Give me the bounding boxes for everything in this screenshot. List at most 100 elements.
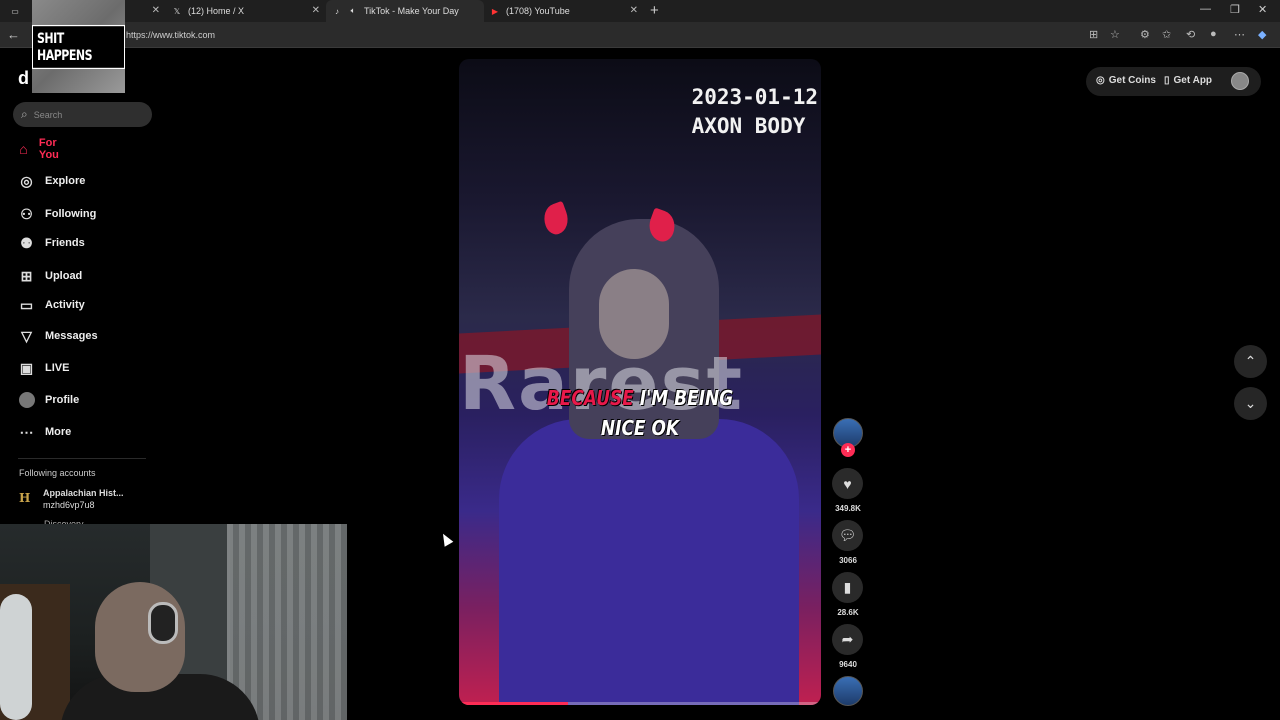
account-handle: mzhd6vp7u8 [43, 500, 95, 510]
comment-button[interactable]: 💬︎ [832, 520, 863, 551]
favorite-star-icon[interactable]: ☆ [1110, 28, 1120, 41]
youtube-icon: ▶ [491, 6, 499, 16]
home-icon: ⌂ [19, 141, 28, 157]
sidebar-item-more[interactable]: ⋯ More [18, 423, 72, 441]
friends-icon: ⚉ [20, 234, 33, 251]
browser-tab-bar: ▭ ✕ 𝕏 (12) Home / X ✕ ♪ 🔈︎ TikTok - Make… [0, 0, 1280, 22]
sidebar-item-label: Following [45, 208, 97, 220]
back-arrow-icon[interactable]: ← [7, 27, 20, 42]
following-account-item[interactable]: H Appalachian Hist... mzhd6vp7u8 [19, 488, 124, 511]
share-icon: ➦ [841, 631, 854, 647]
share-button[interactable]: ➦ [832, 624, 863, 655]
account-name: Appalachian Hist... [43, 488, 124, 498]
close-icon[interactable]: ✕ [152, 5, 160, 16]
phone-icon: ▯ [1164, 75, 1170, 86]
next-video-button[interactable]: ⌄ [1234, 387, 1267, 420]
caption-rest: I'M BEING [633, 386, 734, 410]
overlay-logo-text: SHIT HAPPENS [32, 24, 125, 69]
new-tab-button[interactable]: + [650, 2, 659, 19]
tab-title: (1708) YouTube [506, 6, 570, 16]
sidebar-item-label: Messages [45, 330, 98, 342]
chevron-down-icon: ⌄ [1244, 395, 1257, 411]
favorites-icon[interactable]: ✩ [1162, 28, 1171, 41]
url-field[interactable]: https://www.tiktok.com [126, 30, 215, 40]
overlay-logo: SHIT HAPPENS [32, 0, 125, 93]
following-icon: ⚇ [20, 205, 33, 222]
profile-icon [18, 392, 35, 409]
headphone-graphic [148, 602, 178, 644]
sidebar-item-label: Profile [45, 394, 80, 406]
tab-x[interactable]: 𝕏 (12) Home / X ✕ [166, 0, 326, 22]
sidebar-item-activity[interactable]: ▭ Activity [18, 296, 85, 314]
video-caption: BECAUSE I'M BEING NICE OK [486, 383, 794, 443]
timestamp-date: 2023-01-12 [691, 85, 818, 109]
sidebar-item-profile[interactable]: Profile [18, 391, 79, 409]
tab-title: TikTok - Make Your Day [364, 6, 459, 16]
sidebar-item-label: For You [38, 137, 59, 161]
menu-dots-icon[interactable]: ⋯ [1234, 28, 1245, 41]
apps-icon[interactable]: ⊞ [1089, 28, 1098, 41]
close-icon[interactable]: ✕ [312, 5, 320, 16]
restore-icon[interactable]: ❐ [1230, 3, 1240, 16]
like-button[interactable]: ♥ [832, 468, 863, 499]
previous-video-button[interactable]: ⌃ [1234, 345, 1267, 378]
save-button[interactable]: ▮ [832, 572, 863, 603]
sidebar-item-live[interactable]: ▣ LIVE [18, 359, 70, 377]
follow-plus-icon[interactable]: + [841, 443, 855, 457]
mouse-cursor [438, 531, 454, 547]
heart-icon: ♥ [843, 475, 852, 492]
get-app-button[interactable]: ▯ Get App [1164, 75, 1212, 86]
webcam-overlay [0, 524, 347, 720]
address-bar: ← https://www.tiktok.com ⊞ ☆ ⚙ ✩ ⟲ ● ⋯ ◆ [0, 22, 1280, 48]
tiktok-logo[interactable]: d [18, 68, 29, 89]
sidebar-item-explore[interactable]: ◎ Explore [18, 172, 85, 190]
more-icon: ⋯ [19, 423, 34, 440]
sidebar-item-label: Friends [45, 237, 85, 249]
get-coins-button[interactable]: ◎ Get Coins [1096, 75, 1156, 86]
search-input[interactable] [33, 109, 134, 120]
account-avatar: H [19, 491, 31, 505]
account-icon[interactable]: ● [1210, 28, 1217, 40]
sidebar-item-label: Activity [45, 299, 85, 311]
comment-icon: 💬︎ [838, 527, 857, 543]
caption-highlight: BECAUSE [546, 386, 634, 410]
sidebar-item-label: More [45, 426, 72, 438]
copilot-icon[interactable]: ◆ [1258, 28, 1266, 41]
tab-tiktok[interactable]: ♪ 🔈︎ TikTok - Make Your Day [326, 0, 484, 22]
sidebar-divider [18, 458, 146, 459]
messages-icon: ▽ [21, 327, 32, 344]
save-count: 28.6K [837, 608, 859, 617]
music-disc-avatar[interactable] [833, 676, 863, 706]
like-count: 349.8K [835, 504, 861, 513]
tiktok-icon: ♪ [335, 6, 339, 16]
sidebar-item-label: Upload [45, 270, 83, 282]
tab-title: (12) Home / X [188, 6, 245, 16]
sidebar-item-following[interactable]: ⚇ Following [18, 205, 96, 223]
upload-icon: ⊞ [20, 267, 33, 284]
following-accounts-header: Following accounts [19, 468, 96, 478]
sidebar-item-messages[interactable]: ▽ Messages [18, 327, 98, 345]
speaker-icon[interactable]: 🔈︎ [348, 6, 358, 16]
chevron-up-icon: ⌃ [1244, 353, 1257, 369]
video-progress-bar[interactable] [459, 702, 821, 705]
tab-youtube[interactable]: ▶ (1708) YouTube ✕ [484, 0, 644, 22]
sidebar-item-upload[interactable]: ⊞ Upload [18, 267, 83, 285]
get-app-label: Get App [1173, 75, 1213, 86]
share-count: 9640 [839, 660, 857, 669]
close-icon[interactable]: ✕ [630, 5, 638, 16]
user-avatar[interactable] [1231, 72, 1249, 90]
minimize-icon[interactable]: — [1200, 3, 1211, 15]
caption-line2: NICE OK [600, 416, 680, 440]
video-timestamp: 2023-01-12 AXON BODY [692, 83, 818, 141]
x-icon: 𝕏 [173, 6, 181, 16]
video-player[interactable]: Rarest 2023-01-12 AXON BODY BECAUSE I'M … [459, 59, 821, 705]
close-window-icon[interactable]: ✕ [1258, 3, 1267, 16]
video-progress-fill [459, 702, 568, 705]
extension-icon[interactable]: ⚙ [1140, 28, 1150, 41]
sidebar-item-for-you[interactable]: ⌂ For You [18, 137, 65, 161]
search-box[interactable]: ⌕ [13, 102, 152, 127]
sidebar-item-friends[interactable]: ⚉ Friends [18, 234, 85, 252]
history-icon[interactable]: ⟲ [1186, 28, 1195, 41]
get-coins-label: Get Coins [1108, 75, 1156, 86]
compass-icon: ◎ [20, 172, 33, 189]
